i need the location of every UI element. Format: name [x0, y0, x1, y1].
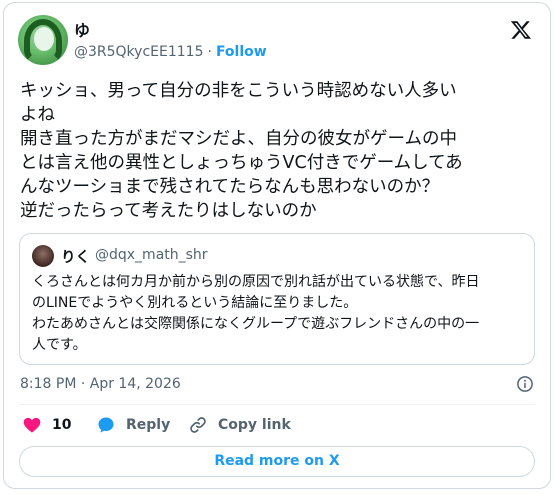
divider [19, 404, 535, 405]
copy-link-label: Copy link [218, 417, 291, 433]
quoted-avatar [32, 245, 54, 267]
quoted-author-name: りく [61, 250, 90, 266]
heart-icon [23, 417, 41, 433]
info-icon[interactable] [516, 375, 534, 393]
read-more-button[interactable]: Read more on X [19, 446, 535, 477]
author-name[interactable]: ゆ [74, 17, 90, 41]
tweet-text: キッショ、男って自分の非をこういう時認めない人多い よね 開き直った方がまだマシ… [20, 79, 530, 223]
quoted-text-line: わたあめさんとは交際関係になくグループで遊ぶフレンドさんの中の一 [32, 316, 480, 332]
quoted-text-line: くろさんとは何カ月か前から別の原因で別れ話が出ている状態で、昨日 [32, 274, 480, 290]
tweet-text-line: とは言え他の異性としょっちゅうVC付きでゲームしてあ [20, 153, 463, 173]
tweet-text-line: 開き直った方がまだマシだよ、自分の彼女がゲームの中 [20, 129, 457, 149]
quoted-text-line: のLINEでようやく別れるという結論に至りました。 [32, 295, 358, 311]
tweet-text-line: んなツーショまで残されてたらなんも思わないのか？ [20, 177, 440, 197]
author-handle[interactable]: @3R5QkycEE1115 [74, 44, 203, 60]
x-logo-icon[interactable] [510, 19, 532, 41]
author-handle-row: @3R5QkycEE1115 · Follow [74, 44, 267, 60]
tweet-card: ゆ @3R5QkycEE1115 · Follow キッショ、男って自分の非をこうい… [3, 2, 551, 489]
reply-bubble-icon [98, 417, 114, 433]
tweet-text-line: 逆だったらって考えたりはしないのか [20, 201, 317, 221]
copy-link-button[interactable]: Copy link [188, 415, 291, 435]
tweet-text-line: キッショ、男って自分の非をこういう時認めない人多い [20, 81, 457, 101]
link-icon [190, 417, 206, 433]
like-count: 10 [52, 417, 72, 433]
timestamp[interactable]: 8:18 PM · Apr 14, 2026 [20, 376, 181, 392]
avatar[interactable] [18, 15, 68, 65]
quoted-tweet[interactable]: りく @dqx_math_shr くろさんとは何カ月か前から別の原因で別れ話が出… [19, 233, 535, 365]
quoted-text-line: 人です。 [32, 337, 87, 353]
reply-label: Reply [126, 417, 171, 433]
tweet-text-line: よね [20, 105, 55, 125]
quoted-text: くろさんとは何カ月か前から別の原因で別れ話が出ている状態で、昨日 のLINEでよ… [32, 272, 522, 356]
avatar-face [34, 27, 54, 51]
quoted-author-handle: @dqx_math_shr [95, 247, 208, 263]
handle-separator: · [207, 44, 212, 60]
follow-button[interactable]: Follow [216, 44, 267, 60]
reply-button[interactable]: Reply [96, 415, 170, 435]
like-button[interactable]: 10 [22, 415, 71, 435]
